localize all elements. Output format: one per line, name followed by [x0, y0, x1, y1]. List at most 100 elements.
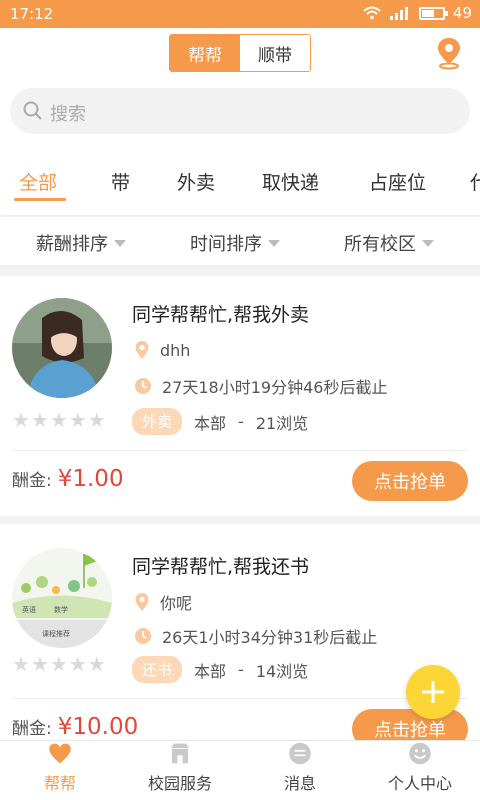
star-icon: ★ — [68, 408, 87, 432]
reward: 酬金: ¥1.00 — [12, 466, 124, 492]
star-icon: ★ — [49, 408, 68, 432]
battery-icon — [418, 6, 448, 20]
tab-express[interactable]: 取快递 — [262, 168, 319, 195]
signal-icon — [389, 7, 408, 20]
avatar: 英语 数学 课程推荐 — [12, 548, 112, 648]
task-tag: 外卖 — [132, 408, 183, 435]
star-icon: ★ — [87, 408, 106, 432]
clock-icon — [135, 378, 151, 394]
segment-shundai[interactable]: 顺带 — [240, 35, 310, 71]
task-meta-row: 外卖 本部 - 21浏览 — [132, 408, 308, 435]
task-user: 你呢 — [160, 594, 193, 613]
thumb-text: 课程推荐 — [42, 629, 70, 638]
star-icon: ★ — [30, 652, 49, 676]
tab-more[interactable]: 代 — [470, 168, 480, 195]
meta-separator: - — [238, 412, 244, 431]
search-icon — [23, 101, 42, 120]
task-tag: 还书 — [132, 656, 183, 683]
wifi-icon — [363, 6, 381, 20]
reward: 酬金: ¥10.00 — [12, 714, 138, 740]
filter-reward-sort[interactable]: 薪酬排序 — [36, 230, 126, 256]
message-icon — [289, 742, 311, 765]
tab-all[interactable]: 全部 — [19, 168, 57, 195]
star-icon: ★ — [12, 408, 30, 432]
task-meta-row: 还书 本部 - 14浏览 — [132, 656, 308, 683]
nav-label: 校园服务 — [147, 774, 212, 793]
heart-icon — [49, 743, 71, 764]
rating-stars: ★ ★ ★ ★ ★ — [12, 410, 106, 430]
nav-label: 消息 — [283, 774, 316, 793]
status-time: 17:12 — [10, 5, 54, 23]
star-icon: ★ — [12, 652, 30, 676]
nav-label: 帮帮 — [43, 774, 76, 793]
dropdown-caret-icon — [268, 239, 280, 247]
category-tabs: 全部 带 外卖 取快递 占座位 代 — [0, 146, 480, 216]
filter-label: 薪酬排序 — [36, 234, 108, 255]
search-area: 搜索 — [0, 78, 480, 146]
search-input[interactable]: 搜索 — [10, 88, 470, 134]
task-deadline-row: 26天1小时34分钟31秒后截止 — [134, 624, 377, 648]
thumb-text: 英语 — [22, 605, 36, 614]
reward-label: 酬金: — [12, 471, 52, 491]
star-icon: ★ — [30, 408, 49, 432]
nav-bangbang[interactable]: 帮帮 — [0, 741, 120, 800]
reward-label: 酬金: — [12, 719, 52, 739]
reward-amount: ¥1.00 — [57, 466, 124, 492]
rating-stars: ★ ★ ★ ★ ★ — [12, 654, 106, 674]
location-pin-icon[interactable] — [434, 36, 464, 70]
divider — [12, 450, 468, 451]
task-views: 14浏览 — [255, 661, 309, 681]
nav-label: 个人中心 — [387, 774, 452, 793]
dropdown-caret-icon — [422, 239, 434, 247]
filter-label: 所有校区 — [344, 234, 416, 255]
tab-seat[interactable]: 占座位 — [369, 168, 426, 195]
task-card[interactable]: 英语 数学 课程推荐 ★ ★ ★ ★ ★ 同学帮帮忙,帮我还书 你呢 26天1小时34分… — [0, 524, 480, 764]
shop-icon — [171, 743, 189, 764]
avatar — [12, 298, 112, 398]
star-icon: ★ — [49, 652, 68, 676]
task-deadline-row: 27天18小时19分钟46秒后截止 — [134, 374, 387, 398]
star-icon: ★ — [87, 652, 106, 676]
task-deadline: 26天1小时34分钟31秒后截止 — [162, 628, 378, 647]
bottom-nav: 帮帮 校园服务 消息 个人中心 — [0, 740, 480, 800]
task-deadline: 27天18小时19分钟46秒后截止 — [162, 378, 388, 397]
task-user-row: dhh — [134, 340, 190, 360]
search-placeholder: 搜索 — [50, 104, 86, 125]
star-icon: ★ — [68, 652, 87, 676]
task-card[interactable]: ★ ★ ★ ★ ★ 同学帮帮忙,帮我外卖 dhh 27天18小时19分钟46秒后截止 外… — [0, 276, 480, 516]
divider — [12, 698, 468, 699]
grab-order-button[interactable]: 点击抢单 — [352, 461, 468, 501]
top-bar: 帮帮 顺带 — [0, 28, 480, 78]
nav-messages[interactable]: 消息 — [240, 741, 360, 800]
filter-label: 时间排序 — [190, 234, 262, 255]
smile-icon — [409, 742, 431, 765]
nav-profile[interactable]: 个人中心 — [360, 741, 480, 800]
filter-campus[interactable]: 所有校区 — [344, 230, 434, 256]
task-views: 21浏览 — [255, 413, 309, 433]
tab-takeout[interactable]: 外卖 — [177, 168, 215, 195]
status-bar: 17:12 49 — [0, 0, 480, 28]
reward-amount: ¥10.00 — [57, 714, 139, 740]
segment-bangbang[interactable]: 帮帮 — [170, 35, 240, 71]
task-title: 同学帮帮忙,帮我还书 — [132, 556, 310, 578]
dropdown-caret-icon — [114, 239, 126, 247]
location-icon — [135, 593, 149, 611]
filter-bar: 薪酬排序 时间排序 所有校区 — [0, 217, 480, 265]
thumb-text: 数学 — [54, 605, 68, 614]
add-task-button[interactable] — [406, 665, 460, 719]
active-tab-indicator — [14, 198, 66, 201]
task-title: 同学帮帮忙,帮我外卖 — [132, 304, 310, 326]
task-user-row: 你呢 — [134, 590, 192, 614]
location-icon — [135, 341, 149, 359]
tab-carry[interactable]: 带 — [111, 168, 130, 195]
mode-segmented-control: 帮帮 顺带 — [169, 34, 311, 72]
task-campus: 本部 — [194, 413, 227, 433]
task-user: dhh — [160, 340, 191, 360]
battery-level: 49 — [452, 4, 472, 22]
filter-time-sort[interactable]: 时间排序 — [190, 230, 280, 256]
nav-campus-service[interactable]: 校园服务 — [120, 741, 240, 800]
meta-separator: - — [238, 660, 244, 679]
task-campus: 本部 — [194, 661, 227, 681]
clock-icon — [135, 628, 151, 644]
plus-icon — [422, 681, 444, 703]
